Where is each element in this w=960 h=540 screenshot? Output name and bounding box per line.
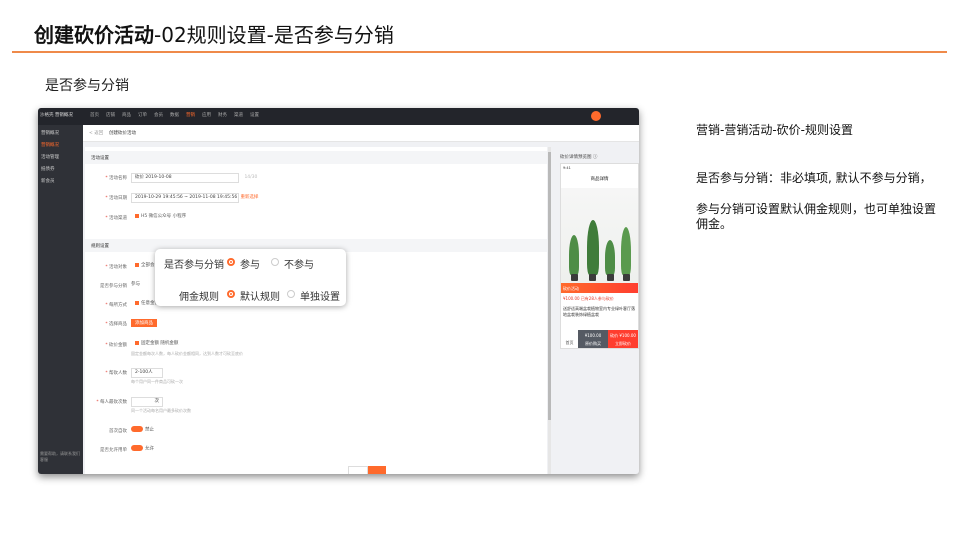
distribution-no-label[interactable]: 不参与 — [284, 256, 314, 271]
title-divider — [12, 51, 947, 53]
nav-item[interactable]: 营销 — [186, 112, 195, 118]
distribution-zoom-callout: 是否参与分销 参与 不参与 佣金规则 默认规则 单独设置 — [155, 249, 346, 306]
cancel-button[interactable] — [348, 466, 368, 474]
phone-status: 9:41 — [563, 166, 571, 170]
nav-item[interactable]: 首页 — [90, 112, 99, 118]
user-avatar[interactable] — [591, 111, 601, 121]
nav-item[interactable]: 设置 — [250, 112, 259, 118]
add-product-button[interactable]: 添加商品 — [131, 319, 157, 327]
activity-form: 活动设置 活动名称 砍价 2019-10-08 14/30 活动日期 2019-… — [85, 147, 547, 474]
rule-row-single: 是否允许用单 允许 — [100, 445, 154, 453]
activity-name-input[interactable]: 砍价 2019-10-08 — [131, 173, 239, 183]
buy-original-button[interactable]: ¥100.00 原价购买 — [578, 330, 608, 348]
activity-channel-row: 活动渠道 H5 微信公众号 小程序 — [85, 213, 547, 223]
phone-home-button[interactable]: 首页 — [561, 330, 578, 348]
section-label: 是否参与分销 — [45, 78, 129, 94]
reselect-date-link[interactable]: 重新选择 — [240, 195, 258, 200]
commission-custom-radio[interactable] — [287, 290, 295, 298]
activity-name-row: 活动名称 砍价 2019-10-08 14/30 — [85, 173, 547, 183]
breadcrumb: < 返回 创建砍价活动 — [83, 125, 639, 142]
distribution-label: 是否参与分销 — [164, 260, 224, 271]
amount-hint: 固定金额每次人数，每人砍价金额相同，达到人数才可砍至底价 — [131, 351, 243, 356]
product-image — [561, 188, 638, 283]
nav-menu: 首页 店铺 商品 订单 会员 数据 营销 应用 财务 渠道 设置 — [90, 112, 259, 118]
phone-price: ¥100.00 已有28人参与砍价 — [563, 296, 614, 301]
sidebar-item-marketing[interactable]: 营销概况 — [41, 142, 59, 148]
distribution-no-radio[interactable] — [271, 258, 279, 266]
bargain-banner: 砍价活动 — [561, 283, 638, 293]
times-input[interactable]: 次 — [131, 397, 163, 407]
activity-date-row: 活动日期 2019-10-29 19:45:56 ~ 2019-11-08 19… — [85, 193, 547, 203]
notes-line1: 是否参与分销：非必填项, 默认不参与分销， — [696, 171, 932, 185]
rule-row-helpers: 帮砍人数2-100人 — [85, 368, 547, 378]
self-cut-toggle[interactable] — [131, 426, 143, 432]
sidebar-footer: 需要帮助，请联系我们客服 — [40, 451, 80, 462]
phone-bottom-bar: 首页 ¥100.00 原价购买 砍价 ¥100.00 立即砍价 — [561, 330, 638, 348]
rule-row-amount: 砍价金额固定金额 随机金额 — [85, 340, 547, 350]
save-button[interactable] — [368, 466, 386, 474]
commission-custom-label[interactable]: 单独设置 — [300, 288, 340, 303]
top-navigation: 沙格壳 营销概况 首页 店铺 商品 订单 会员 数据 营销 应用 财务 渠道 设置 — [38, 108, 639, 125]
nav-item[interactable]: 数据 — [170, 112, 179, 118]
page-title: 创建砍价活动 — [109, 131, 136, 136]
brand-logo: 沙格壳 营销概况 — [40, 113, 73, 118]
nav-item[interactable]: 应用 — [202, 112, 211, 118]
commission-label: 佣金规则 — [179, 292, 219, 303]
notes-breadcrumb: 营销-营销活动-砍价-规则设置 — [696, 123, 853, 137]
nav-item[interactable]: 渠道 — [234, 112, 243, 118]
sidebar-item-new-members[interactable]: 新会员 — [41, 178, 55, 184]
sidebar-item-overview[interactable]: 营销概况 — [41, 130, 59, 136]
rule-row-self-cut: 首次自砍 禁止 — [109, 426, 154, 434]
rule-row-product: 选择商品添加商品 — [85, 319, 547, 329]
commission-default-radio[interactable] — [227, 290, 235, 298]
channel-checkbox[interactable] — [135, 213, 139, 218]
helpers-hint: 每个用户同一件商品可砍一次 — [131, 379, 183, 384]
phone-preview: 9:41 商品详情 砍价活动 ¥100.00 已有28人参与砍价 送舒适高端盆栽… — [560, 163, 639, 349]
distribution-yes-label[interactable]: 参与 — [240, 256, 260, 271]
preview-title: 砍价详情预览图 ⓘ — [560, 155, 598, 160]
sidebar: 营销概况 营销概况 活动管理 抵债券 新会员 需要帮助，请联系我们客服 — [38, 125, 83, 474]
nav-item[interactable]: 商品 — [122, 112, 131, 118]
bargain-now-button[interactable]: 砍价 ¥100.00 立即砍价 — [608, 330, 638, 348]
phone-product-name: 送舒适高端盆栽植物室内专业绿叶客厅落地盆栽装饰绿植盆栽 — [563, 306, 635, 317]
sidebar-item-activities[interactable]: 活动管理 — [41, 154, 59, 160]
sidebar-item-coupons[interactable]: 抵债券 — [41, 166, 55, 172]
commission-default-label[interactable]: 默认规则 — [240, 288, 280, 303]
back-link[interactable]: < 返回 — [89, 130, 103, 136]
activity-date-input[interactable]: 2019-10-29 19:45:56 ~ 2019-11-08 19:45:5… — [131, 193, 239, 203]
nav-item[interactable]: 财务 — [218, 112, 227, 118]
phone-title: 商品详情 — [590, 177, 609, 182]
nav-item[interactable]: 订单 — [138, 112, 147, 118]
single-toggle[interactable] — [131, 445, 143, 451]
scrollbar-thumb[interactable] — [548, 152, 551, 420]
nav-item[interactable]: 店铺 — [106, 112, 115, 118]
times-hint: 同一个活动每名用户最多砍价次数 — [131, 408, 191, 413]
rule-row-times: 每人最砍次数次 — [85, 397, 547, 407]
activity-section-header: 活动设置 — [85, 151, 547, 164]
nav-item[interactable]: 会员 — [154, 112, 163, 118]
notes-line2: 参与分销可设置默认佣金规则，也可单独设置佣金。 — [696, 202, 937, 231]
helpers-input[interactable]: 2-100人 — [131, 368, 163, 378]
slide-title: 创建砍价活动-02规则设置-是否参与分销 — [34, 23, 394, 47]
distribution-yes-radio[interactable] — [227, 258, 235, 266]
